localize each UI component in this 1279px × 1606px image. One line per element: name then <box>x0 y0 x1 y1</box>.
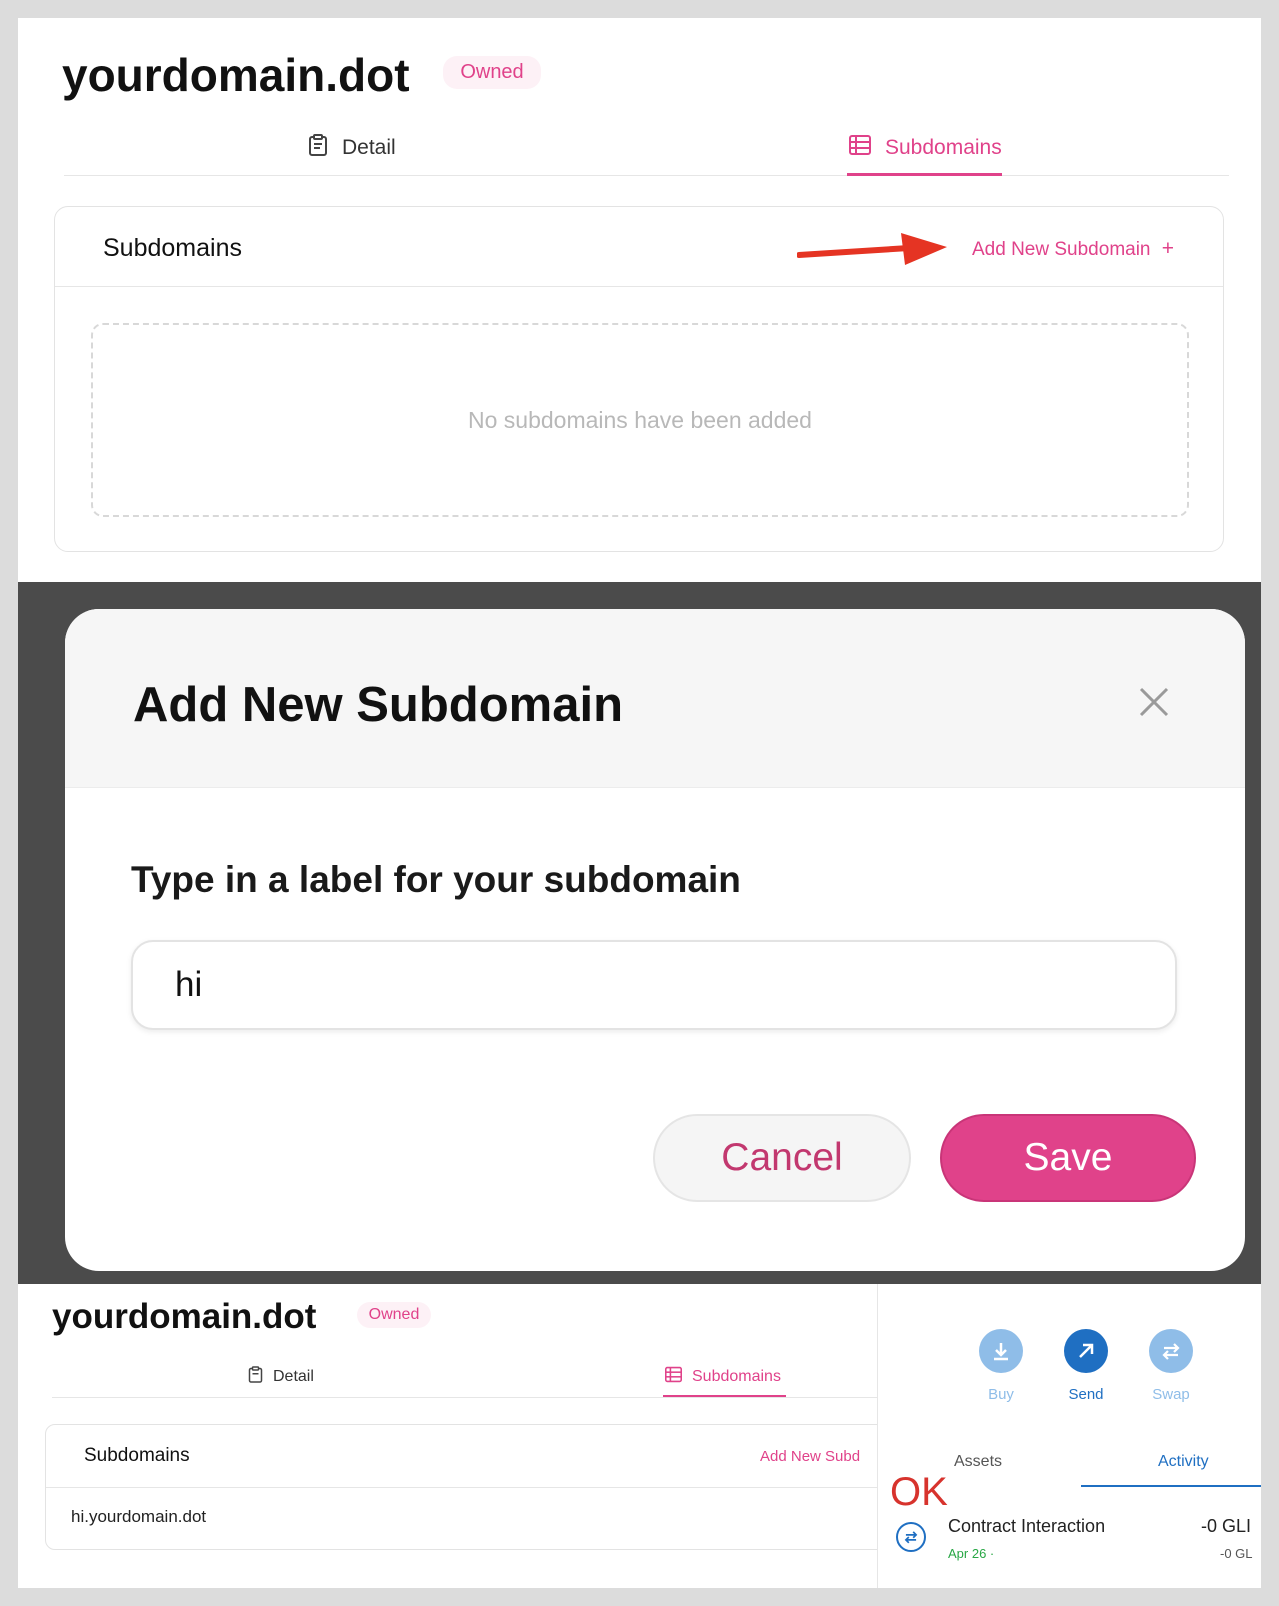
wallet-header-dots <box>978 1284 1118 1289</box>
modal-overlay: Add New Subdomain Type in a label for yo… <box>18 582 1261 1284</box>
card-header-divider-small <box>46 1487 906 1488</box>
tab-active-indicator-small <box>663 1395 786 1397</box>
tab-detail-label: Detail <box>342 136 396 159</box>
card-title-small: Subdomains <box>84 1445 190 1466</box>
add-new-subdomain-link[interactable]: Add New Subdomain + <box>972 237 1174 261</box>
subdomain-label-input[interactable] <box>131 940 1177 1030</box>
add-link-label: Add New Subdomain <box>972 239 1151 260</box>
owned-badge-small: Owned <box>357 1302 431 1328</box>
add-subdomain-modal: Add New Subdomain Type in a label for yo… <box>65 609 1245 1271</box>
activity-amount: -0 GLI <box>1201 1516 1252 1536</box>
contract-interaction-icon <box>896 1522 926 1552</box>
plus-icon: + <box>1161 237 1175 260</box>
tab-detail-small-label: Detail <box>273 1368 314 1385</box>
activity-sub-amount: -0 GL <box>1220 1546 1253 1561</box>
red-arrow-icon <box>797 233 947 265</box>
arrow-up-right-icon <box>1079 1343 1094 1358</box>
domain-page-top: yourdomain.dot Owned Detail Subdomains S… <box>18 18 1261 582</box>
close-icon[interactable] <box>1137 685 1171 719</box>
activity-date: Apr 26 · <box>948 1546 995 1561</box>
add-new-subdomain-link-small[interactable]: Add New Subd <box>760 1448 860 1465</box>
clipboard-icon <box>248 1366 263 1388</box>
subdomain-row[interactable]: hi.yourdomain.dot <box>71 1507 206 1527</box>
swap-icon <box>1162 1343 1180 1360</box>
subdomain-label-prompt: Type in a label for your subdomain <box>131 859 741 900</box>
tab-subdomains[interactable]: Subdomains <box>849 134 1002 162</box>
tab-detail[interactable]: Detail <box>308 134 396 162</box>
wallet-panel: Buy Send Swap Assets Activity Contract I… <box>877 1284 1261 1588</box>
tab-subdomains-small[interactable]: Subdomains <box>665 1366 781 1388</box>
tab-divider <box>64 175 1229 176</box>
tab-active-indicator <box>847 173 1002 176</box>
modal-title: Add New Subdomain <box>133 678 623 732</box>
tab-subdomains-label: Subdomains <box>885 136 1002 159</box>
domain-title: yourdomain.dot <box>62 49 410 101</box>
wallet-tab-indicator <box>1081 1485 1261 1487</box>
swap-label: Swap <box>1152 1386 1190 1403</box>
tab-divider-small <box>52 1397 877 1398</box>
save-button[interactable]: Save <box>940 1114 1196 1202</box>
tab-assets[interactable]: Assets <box>954 1453 1002 1471</box>
subdomains-card: Subdomains Add New Subdomain + No subdom… <box>54 206 1224 552</box>
card-title: Subdomains <box>103 234 242 262</box>
buy-label: Buy <box>988 1386 1014 1403</box>
owned-badge: Owned <box>443 56 541 89</box>
empty-state-text: No subdomains have been added <box>468 406 812 433</box>
send-label: Send <box>1068 1386 1104 1403</box>
domain-page-result: yourdomain.dot Owned Detail Subdomains S… <box>18 1284 1261 1588</box>
ok-annotation: OK <box>890 1470 948 1514</box>
activity-item[interactable]: Contract Interaction Apr 26 · -0 GLI -0 … <box>878 1504 1261 1588</box>
cancel-button[interactable]: Cancel <box>653 1114 911 1202</box>
card-header-divider <box>55 286 1223 287</box>
send-button[interactable] <box>1064 1329 1108 1373</box>
activity-title: Contract Interaction <box>948 1516 1106 1536</box>
swap-button[interactable] <box>1149 1329 1193 1373</box>
subdomains-card-small: Subdomains Add New Subd hi.yourdomain.do… <box>45 1424 907 1550</box>
buy-button[interactable] <box>979 1329 1023 1373</box>
tab-subdomains-small-label: Subdomains <box>692 1368 781 1385</box>
domain-title-small: yourdomain.dot <box>52 1297 317 1336</box>
list-icon <box>849 134 871 162</box>
clipboard-icon <box>308 134 328 162</box>
list-icon <box>665 1366 682 1388</box>
tab-activity[interactable]: Activity <box>1158 1453 1209 1471</box>
download-icon <box>994 1343 1008 1361</box>
empty-state-box: No subdomains have been added <box>91 323 1189 517</box>
tab-detail-small[interactable]: Detail <box>248 1366 314 1388</box>
